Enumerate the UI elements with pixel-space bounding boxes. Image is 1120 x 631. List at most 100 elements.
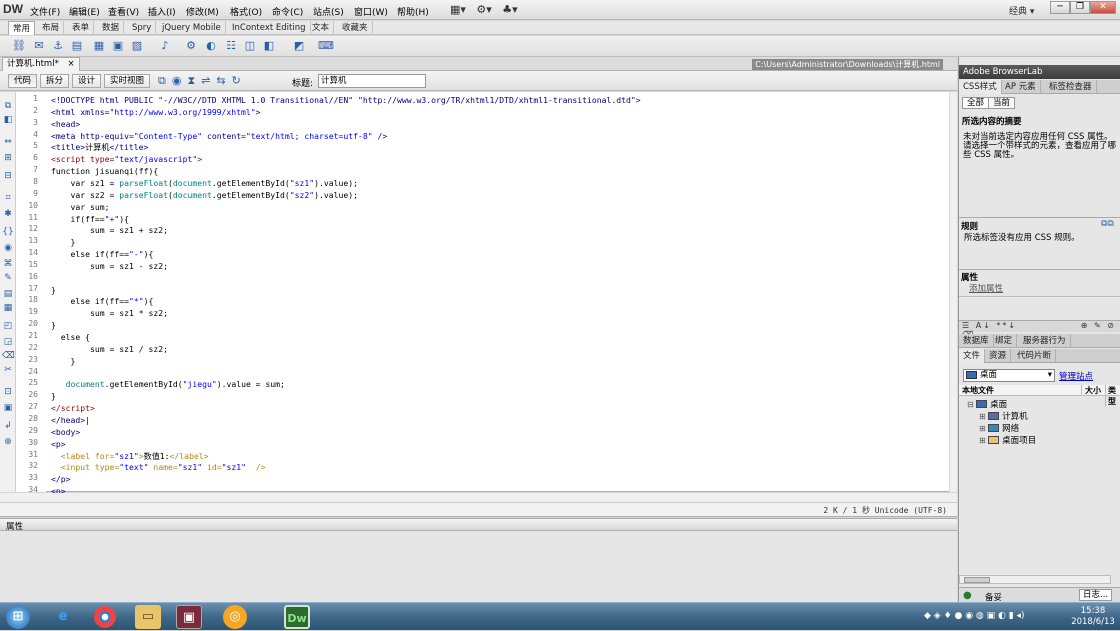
code-line[interactable]: else {	[51, 331, 90, 343]
expand-icon[interactable]: ⊞	[979, 436, 986, 445]
div-icon[interactable]: ▣	[111, 39, 125, 53]
code-line[interactable]: <head>	[51, 118, 80, 130]
coding-tool-11-icon[interactable]: ▤	[2, 288, 14, 300]
code-line[interactable]: <title>计算机</title>	[51, 141, 148, 153]
expand-icon[interactable]: ⊟	[967, 400, 974, 409]
coding-tool-2-icon[interactable]: ⇔	[2, 136, 14, 148]
tab-assets[interactable]: 资源	[985, 349, 1012, 363]
browserlab-header[interactable]: Adobe BrowserLab	[959, 65, 1120, 79]
media-icon[interactable]: ♪	[158, 39, 172, 53]
link-icon[interactable]: ⛓	[12, 39, 26, 53]
insert-tab-4[interactable]: Spry	[128, 21, 157, 35]
manage-sites-link[interactable]: 管理站点	[1059, 370, 1093, 382]
menu-item-2[interactable]: 查看(V)	[108, 5, 139, 18]
css-panel-footer[interactable]: ☰ A↓ **↓ ⊕ ✎ ⊘ ⌫	[959, 320, 1120, 339]
media-icon[interactable]: ◎	[223, 605, 247, 629]
insert-tab-8[interactable]: 收藏夹	[338, 21, 373, 35]
tag-chooser-icon[interactable]: ⌨	[318, 39, 334, 53]
code-line[interactable]: document.getElementById("jiegu").value =…	[51, 378, 285, 390]
head-icon[interactable]: ◫	[243, 39, 257, 53]
code-line[interactable]: </script>	[51, 402, 95, 414]
layout-tools[interactable]: ▦▾ ⚙▾ ♣▾	[450, 3, 518, 16]
code-view-button[interactable]: 代码	[8, 74, 38, 88]
coding-tool-1-icon[interactable]: ◧	[2, 114, 14, 126]
coding-tool-15-icon[interactable]: ⌫	[2, 350, 15, 362]
code-vertical-scrollbar[interactable]	[949, 92, 957, 492]
close-button[interactable]: ✕	[1090, 1, 1116, 14]
code-line[interactable]: else if(ff=="*"){	[51, 295, 153, 307]
insert-tab-6[interactable]: InContext Editing	[228, 21, 311, 35]
title-input[interactable]: 计算机	[318, 74, 426, 88]
restore-button[interactable]: ❐	[1070, 1, 1090, 14]
coding-tool-18-icon[interactable]: ▣	[2, 402, 14, 414]
chrome-icon[interactable]	[94, 606, 116, 628]
all-mode-button[interactable]: 全部	[962, 97, 990, 109]
insert-tab-0[interactable]: 常用	[8, 21, 36, 35]
code-line[interactable]: var sum;	[51, 201, 109, 213]
coding-tool-6-icon[interactable]: ✱	[2, 208, 14, 220]
insert-tab-7[interactable]: 文本	[308, 21, 335, 35]
coding-tool-12-icon[interactable]: ▦	[2, 302, 14, 314]
coding-tool-0-icon[interactable]: ⧉	[2, 100, 14, 112]
code-line[interactable]: sum = sz1 * sz2;	[51, 307, 168, 319]
tab-snippets[interactable]: 代码片断	[1013, 349, 1057, 363]
coding-tool-9-icon[interactable]: ⌘	[2, 258, 14, 270]
log-button[interactable]: 日志...	[1079, 589, 1113, 601]
code-line[interactable]: }	[51, 236, 75, 248]
close-tab-icon[interactable]: ×	[68, 59, 75, 69]
tab-server-behaviors[interactable]: 服务器行为	[1019, 334, 1071, 348]
tab-css-styles[interactable]: CSS样式	[959, 80, 1002, 94]
code-line[interactable]: function jisuanqi(ff){	[51, 165, 158, 177]
app-icon[interactable]: ▣	[176, 605, 202, 629]
comment-icon[interactable]: ☷	[224, 39, 238, 53]
tree-item[interactable]: ⊞ 网络	[979, 423, 1019, 435]
code-line[interactable]: var sz2 = parseFloat(document.getElement…	[51, 189, 358, 201]
coding-tool-3-icon[interactable]: ⊞	[2, 152, 14, 164]
design-view-button[interactable]: 设计	[72, 74, 102, 88]
coding-tool-13-icon[interactable]: ◰	[2, 320, 14, 332]
code-line[interactable]: <input type="text" name="sz1" id="sz1" /…	[51, 461, 266, 473]
server-icon[interactable]: ◐	[204, 39, 218, 53]
coding-tool-16-icon[interactable]: ✂	[2, 364, 14, 376]
workspace-switcher[interactable]: 经典 ▾	[1009, 4, 1034, 17]
menu-item-9[interactable]: 帮助(H)	[397, 5, 429, 18]
menu-item-6[interactable]: 命令(C)	[272, 5, 303, 18]
tab-tag-inspector[interactable]: 标签检查器	[1045, 80, 1097, 94]
scrollbar-thumb[interactable]	[964, 577, 990, 583]
hr-icon[interactable]: ▤	[70, 39, 84, 53]
code-line[interactable]: else if(ff=="-"){	[51, 248, 153, 260]
coding-tool-19-icon[interactable]: ↲	[2, 420, 14, 432]
doc-tool-icons[interactable]: ⧉◉⧗⇌⇆↻	[158, 74, 247, 88]
coding-tool-17-icon[interactable]: ⊡	[2, 386, 14, 398]
script-icon[interactable]: ◧	[262, 39, 276, 53]
add-property-link[interactable]: 添加属性	[969, 285, 1003, 294]
coding-tool-8-icon[interactable]: ◉	[2, 242, 14, 254]
menu-item-5[interactable]: 格式(O)	[230, 5, 262, 18]
tab-files[interactable]: 文件	[959, 349, 986, 363]
tree-item[interactable]: ⊟ 桌面	[967, 399, 1007, 411]
menu-item-0[interactable]: 文件(F)	[30, 5, 60, 18]
coding-tool-20-icon[interactable]: ⊕	[2, 436, 14, 448]
code-editor[interactable]: ⧉ ◧ ⇔ ⊞ ⊟ ⌗ ✱{} ◉ ⌘ ✎ ▤ ▦ ◰ ◲ ⌫ ✂ ⊡ ▣ ↲ ⊕ 1 2 3 4 5 6 7 8 9 10 11 12 13…	[0, 92, 957, 496]
split-view-button[interactable]: 拆分	[40, 74, 70, 88]
size-header[interactable]: 大小	[1081, 385, 1101, 396]
code-line[interactable]: </head>|	[51, 414, 90, 426]
email-icon[interactable]: ✉	[32, 39, 46, 53]
tab-bindings[interactable]: 绑定	[991, 334, 1018, 348]
code-line[interactable]: <html xmlns="http://www.w3.org/1999/xhtm…	[51, 106, 261, 118]
site-select[interactable]: 桌面 ▾	[963, 369, 1055, 382]
date-icon[interactable]: ⚙	[184, 39, 198, 53]
code-line[interactable]: sum = sz1 - sz2;	[51, 260, 168, 272]
tab-ap-elements[interactable]: AP 元素	[1001, 80, 1041, 94]
image-icon[interactable]: ▨	[130, 39, 144, 53]
insert-tab-3[interactable]: 数据	[98, 21, 125, 35]
code-line[interactable]: }	[51, 284, 56, 296]
properties-header[interactable]: 属性	[0, 519, 957, 532]
clock[interactable]: 15:38 2018/6/13	[1070, 606, 1116, 628]
rules-view-icons[interactable]: ⧉⧉	[1101, 219, 1114, 229]
code-line[interactable]: sum = sz1 + sz2;	[51, 224, 168, 236]
template-icon[interactable]: ◩	[292, 39, 306, 53]
expand-icon[interactable]: ⊞	[979, 412, 986, 421]
code-line[interactable]: }	[51, 319, 56, 331]
tab-databases[interactable]: 数据库	[959, 334, 994, 348]
